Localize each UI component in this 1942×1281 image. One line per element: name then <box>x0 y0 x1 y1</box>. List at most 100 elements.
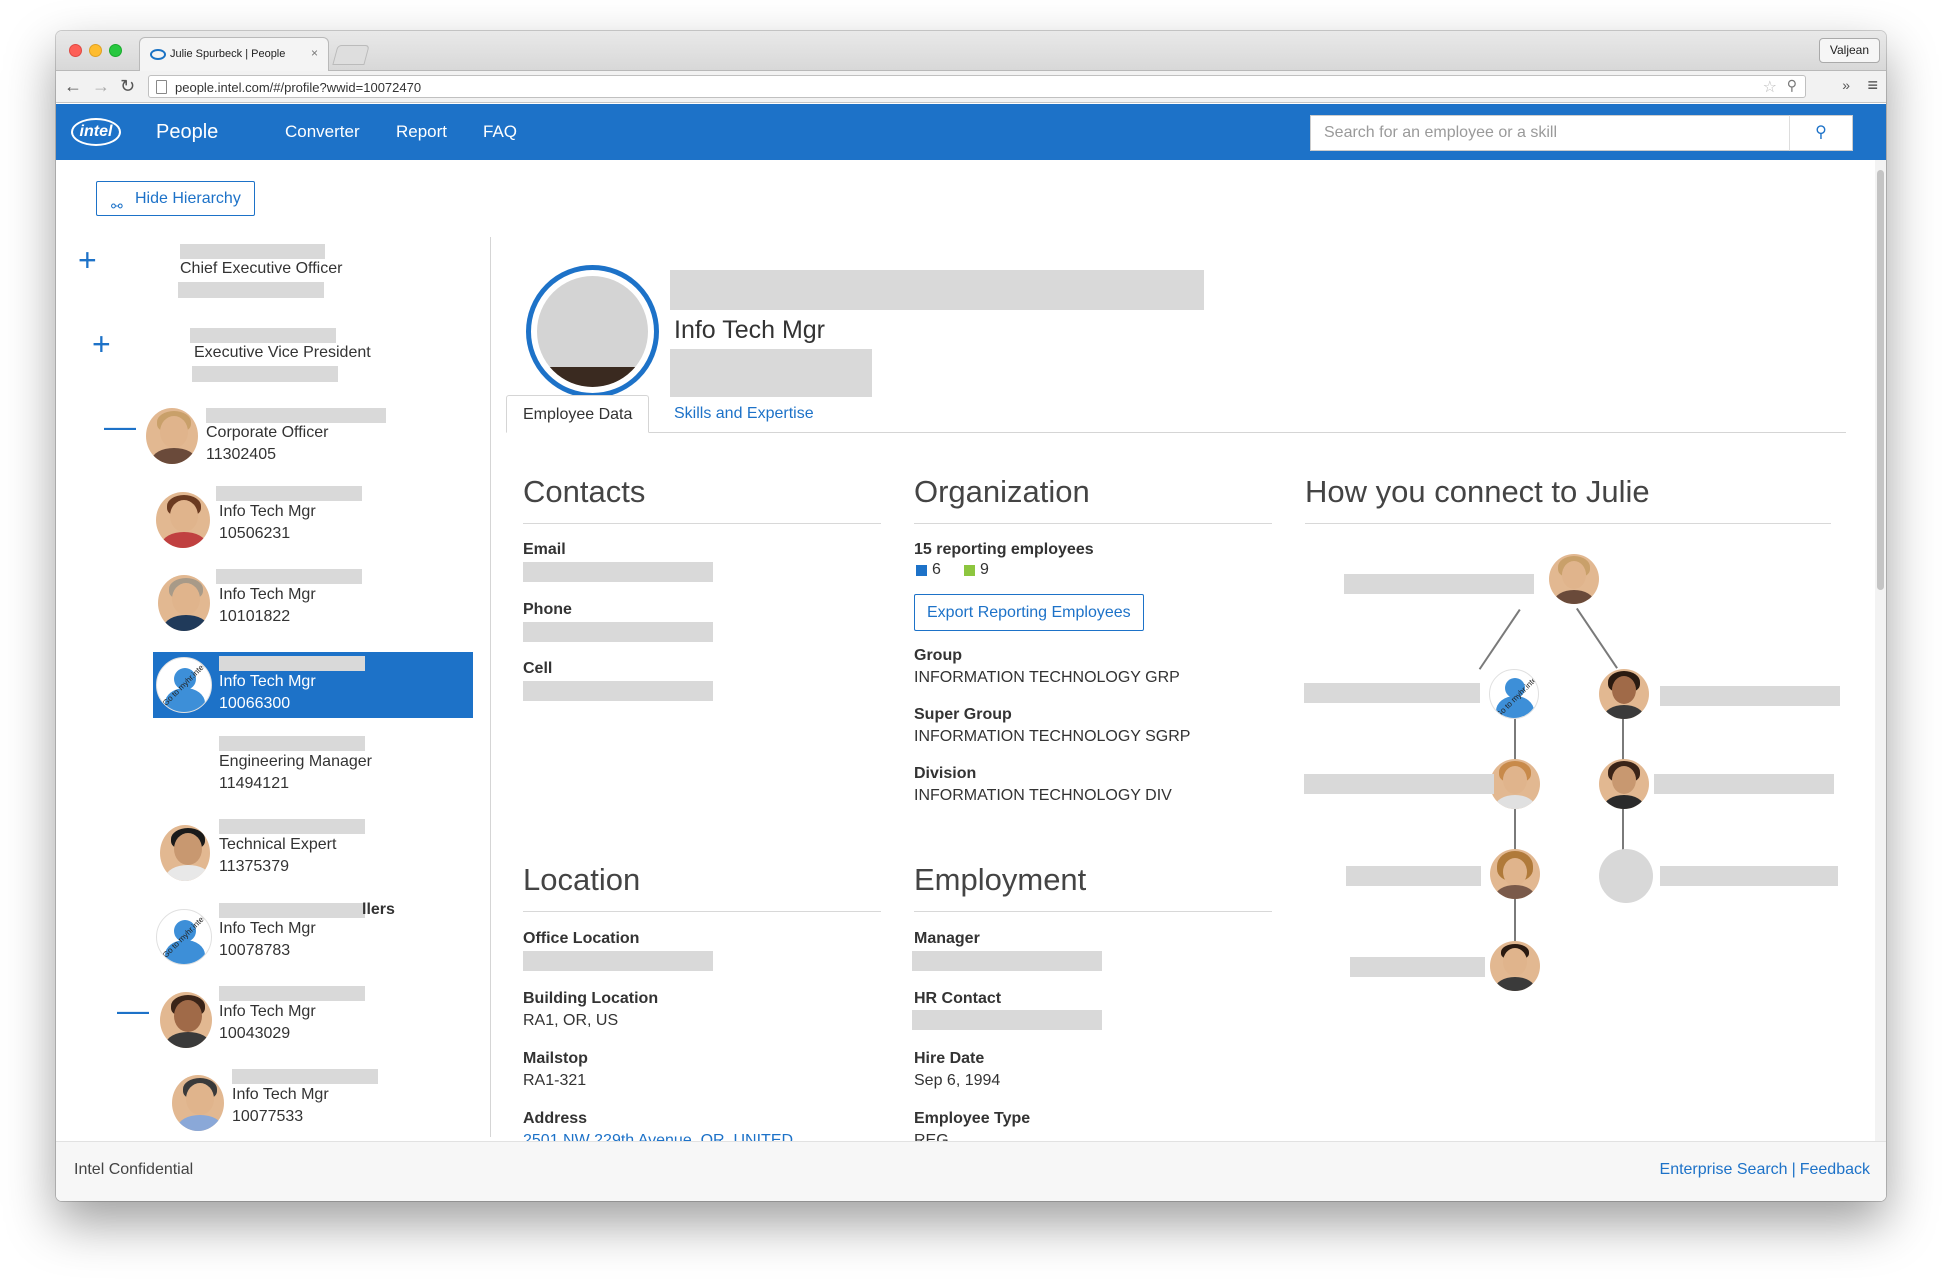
collapse-toggle[interactable]: — <box>104 410 136 442</box>
avatar-body <box>166 865 210 881</box>
graph-node-no-photo[interactable] <box>1599 849 1653 903</box>
group-value: INFORMATION TECHNOLOGY GRP <box>914 669 1180 686</box>
legend-square-green <box>964 565 975 576</box>
hierarchy-title: Technical Expert <box>219 836 337 853</box>
redacted-email <box>523 562 713 582</box>
hide-hierarchy-button[interactable]: ⚯ Hide Hierarchy <box>96 181 255 216</box>
graph-node[interactable] <box>1490 759 1540 809</box>
connect-divider <box>1305 523 1831 524</box>
feedback-link[interactable]: Feedback <box>1800 1161 1870 1178</box>
avatar-face <box>1612 676 1636 704</box>
extensions-overflow-icon[interactable]: » <box>1842 77 1850 93</box>
page-scrollbar[interactable] <box>1875 160 1886 1141</box>
zoom-icon[interactable]: ⚲ <box>1787 77 1797 94</box>
profile-photo-image <box>537 276 648 387</box>
avatar-face <box>1612 766 1636 794</box>
hierarchy-wwid: 10077533 <box>232 1108 304 1125</box>
redacted-hr-contact <box>912 1010 1102 1030</box>
browser-menu-icon[interactable]: ≡ <box>1867 75 1878 96</box>
hierarchy-item[interactable]: Engineering Manager 11494121 <box>56 734 476 804</box>
organization-divider <box>914 523 1272 524</box>
redacted-name <box>219 903 365 918</box>
maximize-window-button[interactable] <box>109 44 122 57</box>
export-reporting-employees-button[interactable]: Export Reporting Employees <box>914 594 1144 631</box>
employment-heading: Employment <box>914 862 1087 897</box>
hire-date-label: Hire Date <box>914 1050 985 1067</box>
hierarchy-item-corporate-officer[interactable]: — Corporate Officer 11302405 <box>56 400 476 470</box>
address-bar[interactable]: people.intel.com/#/profile?wwid=10072470… <box>148 75 1806 98</box>
legend-square-blue <box>916 565 927 576</box>
scrollbar-thumb[interactable] <box>1877 170 1884 590</box>
avatar-face <box>172 583 200 615</box>
graph-node-julie[interactable] <box>1549 554 1599 604</box>
graph-node-go-to-myhr[interactable]: Go to myhr.intel.com <box>1489 669 1539 719</box>
hierarchy-item[interactable]: Info Tech Mgr 10506231 <box>56 484 476 554</box>
avatar-face <box>160 416 188 448</box>
nav-faq[interactable]: FAQ <box>483 104 517 160</box>
hire-date-value: Sep 6, 1994 <box>914 1072 1001 1089</box>
tab-close-icon[interactable]: × <box>311 46 318 60</box>
division-value: INFORMATION TECHNOLOGY DIV <box>914 787 1172 804</box>
redacted-graph-name <box>1304 683 1480 703</box>
avatar-body <box>1495 885 1535 899</box>
hierarchy-panel: + Chief Executive Officer + Executive Vi… <box>56 234 496 1141</box>
location-divider <box>523 911 881 912</box>
close-window-button[interactable] <box>69 44 82 57</box>
avatar <box>172 1075 224 1131</box>
profile-photo-hair <box>537 367 648 387</box>
address-url[interactable]: people.intel.com/#/profile?wwid=10072470 <box>175 80 421 95</box>
hierarchy-title: Info Tech Mgr <box>219 673 316 690</box>
redacted-name <box>219 986 365 1001</box>
graph-node[interactable] <box>1599 759 1649 809</box>
redacted-graph-name <box>1654 774 1834 794</box>
graph-node[interactable] <box>1599 669 1649 719</box>
hierarchy-item[interactable]: Info Tech Mgr 10077533 <box>56 1067 476 1137</box>
search-button[interactable]: ⚲ <box>1789 115 1853 151</box>
hierarchy-item[interactable]: Go to myhr.intel.com llers Info Tech Mgr… <box>56 901 476 971</box>
avatar <box>160 825 210 881</box>
intel-logo[interactable]: intel <box>71 118 121 146</box>
back-arrow-icon[interactable]: ← <box>64 76 82 96</box>
forward-arrow-icon[interactable]: → <box>92 76 110 96</box>
graph-node[interactable] <box>1490 849 1540 899</box>
hierarchy-item[interactable]: Info Tech Mgr 10101822 <box>56 567 476 637</box>
nav-report[interactable]: Report <box>396 104 447 160</box>
group-label: Group <box>914 647 962 664</box>
browser-toolbar: ← → ↻ people.intel.com/#/profile?wwid=10… <box>56 71 1886 103</box>
avatar <box>146 408 198 464</box>
nav-converter[interactable]: Converter <box>285 104 360 160</box>
hierarchy-title: Info Tech Mgr <box>232 1086 329 1103</box>
avatar-face <box>170 500 198 532</box>
hierarchy-title: Info Tech Mgr <box>219 503 316 520</box>
profile-job-title: Info Tech Mgr <box>674 316 826 344</box>
expand-toggle[interactable]: + <box>78 244 97 276</box>
tab-employee-data[interactable]: Employee Data <box>506 395 650 433</box>
reload-icon[interactable]: ↻ <box>120 76 135 96</box>
hierarchy-item-evp[interactable]: + Executive Vice President <box>56 316 476 386</box>
browser-profile-button[interactable]: Valjean <box>1818 38 1880 63</box>
expand-toggle[interactable]: + <box>92 328 111 360</box>
hierarchy-item[interactable]: Technical Expert 11375379 <box>56 817 476 887</box>
contacts-heading: Contacts <box>523 474 646 509</box>
hierarchy-item[interactable]: — Info Tech Mgr 10043029 <box>56 984 476 1054</box>
connect-heading: How you connect to Julie <box>1305 474 1650 509</box>
building-location-label: Building Location <box>523 990 659 1007</box>
hierarchy-item-ceo[interactable]: + Chief Executive Officer <box>56 234 476 304</box>
enterprise-search-link[interactable]: Enterprise Search <box>1660 1161 1788 1178</box>
tab-skills-expertise[interactable]: Skills and Expertise <box>658 395 830 433</box>
avatar-face <box>1503 948 1527 976</box>
graph-node-you[interactable] <box>1490 941 1540 991</box>
profile-photo <box>526 265 659 398</box>
minimize-window-button[interactable] <box>89 44 102 57</box>
new-tab-button[interactable] <box>332 45 370 65</box>
location-heading: Location <box>523 862 641 897</box>
browser-tab[interactable]: Julie Spurbeck | People × <box>139 37 329 71</box>
bookmark-star-icon[interactable]: ☆ <box>1763 77 1777 97</box>
avatar-body <box>164 615 208 631</box>
profile-tabs: Employee Data Skills and Expertise <box>506 395 1846 433</box>
employee-search-input[interactable]: Search for an employee or a skill <box>1310 115 1790 151</box>
tab-strip: Julie Spurbeck | People × Valjean <box>56 31 1886 71</box>
collapse-toggle[interactable]: — <box>117 994 149 1026</box>
hierarchy-item-selected[interactable]: Go to myhr.intel.com Info Tech Mgr 10066… <box>153 652 473 718</box>
nav-people[interactable]: People <box>156 104 218 160</box>
